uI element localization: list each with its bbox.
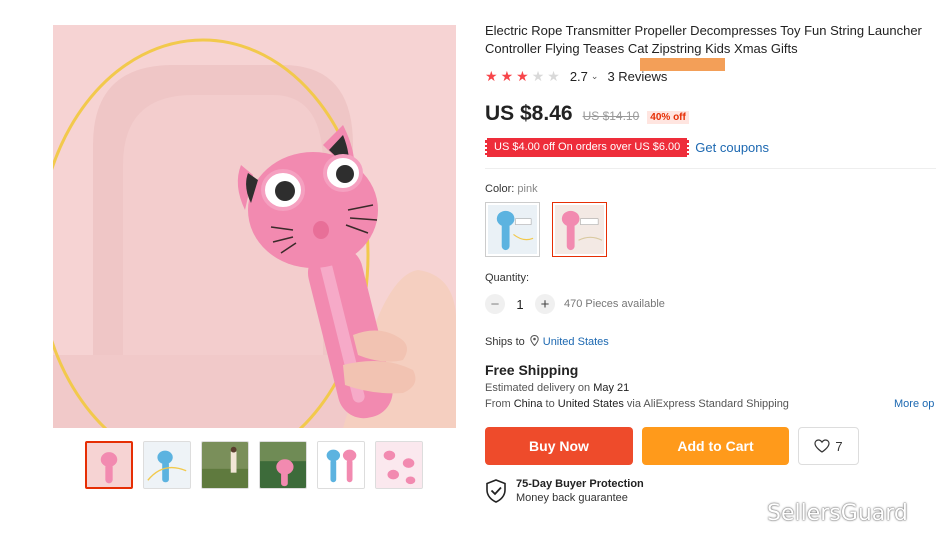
quantity-increase-button[interactable]: + [535, 294, 555, 314]
product-title: Electric Rope Transmitter Propeller Deco… [485, 23, 922, 56]
color-option-pink[interactable] [552, 202, 607, 257]
thumbnail-5[interactable] [317, 441, 365, 489]
wechat-icon [727, 500, 758, 524]
thumbnail-strip [85, 441, 423, 489]
coupon-badge[interactable]: US $4.00 off On orders over US $6.00 [485, 138, 690, 157]
product-info-panel: Electric Rope Transmitter Propeller Deco… [485, 22, 936, 504]
quantity-decrease-button[interactable]: − [485, 294, 505, 314]
delivery-date: May 21 [593, 382, 630, 394]
ships-to-row: Ships to United States [485, 334, 936, 349]
star-icon: ★ [485, 68, 498, 84]
color-label: Color: pink [485, 183, 936, 195]
wishlist-button[interactable]: 7 [798, 427, 859, 465]
coupon-row: US $4.00 off On orders over US $6.00 Get… [485, 138, 936, 157]
thumbnail-3[interactable] [201, 441, 249, 489]
more-options-link[interactable]: More op [894, 398, 934, 410]
free-shipping-label: Free Shipping [485, 362, 579, 378]
from-country: China [513, 398, 543, 410]
protection-text: 75-Day Buyer Protection Money back guara… [516, 478, 644, 504]
current-price: US $8.46 [485, 102, 573, 125]
estimated-delivery: Estimated delivery on May 21 [485, 382, 936, 394]
add-to-cart-button[interactable]: Add to Cart [642, 427, 789, 465]
shipping-route: From China to United States via AliExpre… [485, 398, 936, 410]
star-icon: ★ [516, 68, 529, 84]
price-row: US $8.46 US $14.10 40% off [485, 102, 936, 126]
location-pin-icon [530, 334, 539, 349]
get-coupons-link[interactable]: Get coupons [695, 140, 769, 155]
highlight-mark [640, 58, 725, 71]
quantity-stepper: − 1 + 470 Pieces available [485, 294, 936, 314]
discount-badge: 40% off [647, 111, 689, 124]
action-buttons: Buy Now Add to Cart 7 [485, 427, 936, 465]
watermark-text: SellersGuard [767, 500, 908, 526]
thumbnail-2[interactable] [143, 441, 191, 489]
product-photo [53, 25, 456, 428]
divider [485, 168, 936, 169]
ships-to-country-link[interactable]: United States [543, 336, 609, 348]
protection-subtitle: Money back guarantee [516, 492, 628, 504]
color-label-text: Color: [485, 183, 518, 195]
star-rating: ★ ★ ★ ★ ★ [485, 69, 560, 83]
chevron-down-icon[interactable]: ⌄ [591, 71, 599, 82]
available-stock: 470 Pieces available [564, 298, 665, 310]
star-icon: ★ [531, 68, 545, 84]
color-option-blue[interactable] [485, 202, 540, 257]
color-swatches [485, 202, 936, 257]
delivery-prefix: Estimated delivery on [485, 382, 594, 394]
shield-check-icon [486, 479, 506, 503]
buy-now-button[interactable]: Buy Now [485, 427, 633, 465]
color-value: pink [517, 183, 538, 195]
thumbnail-1[interactable] [85, 441, 133, 489]
heart-icon [814, 439, 830, 453]
shipping-method: via AliExpress Standard Shipping [623, 398, 789, 410]
from-prefix: From [485, 398, 514, 410]
thumbnail-4[interactable] [259, 441, 307, 489]
watermark: SellersGuard [727, 500, 908, 526]
thumbnail-6[interactable] [375, 441, 423, 489]
protection-title: 75-Day Buyer Protection [516, 478, 644, 490]
to-country: United States [557, 398, 624, 410]
main-product-image[interactable] [53, 25, 456, 428]
quantity-value[interactable]: 1 [505, 297, 535, 312]
rating-value[interactable]: 2.7 [570, 69, 588, 84]
ships-to-label: Ships to [485, 336, 525, 348]
original-price: US $14.10 [582, 109, 640, 123]
wishlist-count: 7 [835, 438, 843, 454]
quantity-label: Quantity: [485, 272, 530, 284]
to-word: to [542, 398, 558, 410]
star-icon: ★ [500, 68, 514, 84]
star-icon: ★ [547, 68, 560, 84]
